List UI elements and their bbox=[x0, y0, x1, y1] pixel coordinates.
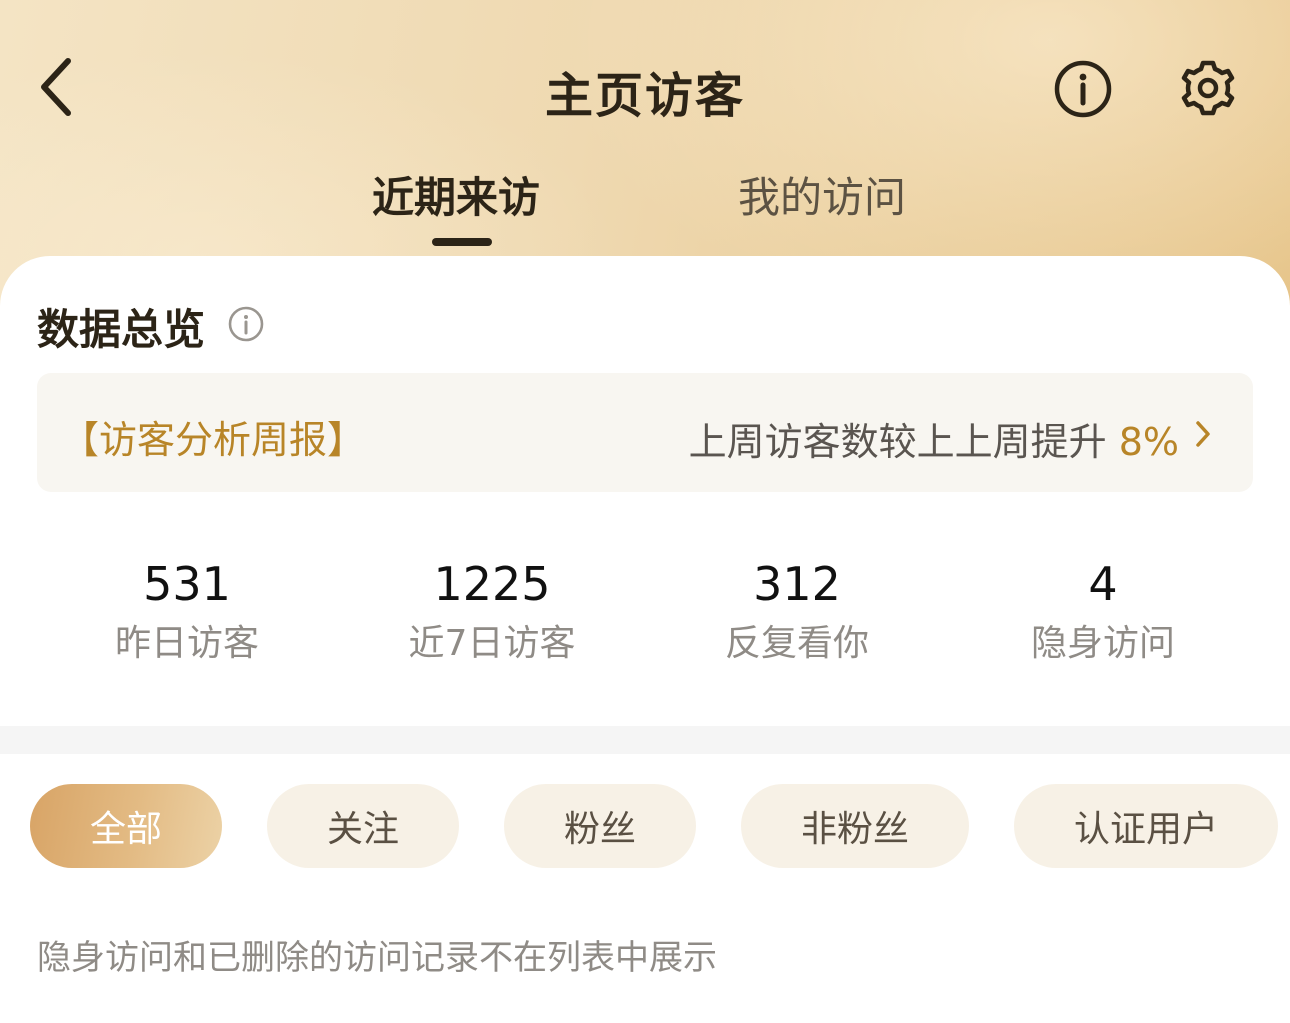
visitors-page: 主页访客 近期来访 我的访问 数据总览 【访客分析周报】 上周访客数较上上周提升… bbox=[0, 0, 1290, 1023]
weekly-report-title: 【访客分析周报】 bbox=[61, 418, 366, 462]
gear-icon bbox=[1181, 60, 1235, 116]
stat-7day-visitors[interactable]: 1225 近7日访客 bbox=[342, 556, 642, 668]
tab-recent-visits[interactable]: 近期来访 bbox=[372, 164, 540, 225]
stat-value: 1225 bbox=[433, 557, 551, 611]
info-button[interactable] bbox=[1052, 58, 1114, 120]
stat-label: 昨日访客 bbox=[114, 623, 259, 664]
filter-chip-fans[interactable]: 粉丝 bbox=[504, 784, 696, 868]
stat-hidden-visits[interactable]: 4 隐身访问 bbox=[953, 556, 1253, 668]
filter-chip-verified[interactable]: 认证用户 bbox=[1014, 784, 1278, 868]
weekly-report-summary: 上周访客数较上上周提升 8% bbox=[689, 411, 1179, 466]
stat-label: 反复看你 bbox=[724, 623, 869, 664]
tab-active-indicator bbox=[432, 238, 492, 246]
stat-label: 近7日访客 bbox=[408, 623, 576, 664]
chevron-right-icon bbox=[1191, 417, 1215, 451]
section-divider bbox=[0, 726, 1290, 754]
weekly-report-banner[interactable]: 【访客分析周报】 上周访客数较上上周提升 8% bbox=[37, 373, 1253, 492]
stat-value: 531 bbox=[143, 557, 231, 611]
overview-title: 数据总览 bbox=[37, 305, 206, 354]
stat-value: 312 bbox=[753, 557, 841, 611]
filter-chip-following[interactable]: 关注 bbox=[267, 784, 459, 868]
filter-chip-all[interactable]: 全部 bbox=[30, 784, 222, 868]
info-circle-icon bbox=[228, 306, 264, 342]
stat-label: 隐身访问 bbox=[1030, 623, 1175, 664]
hidden-visits-footnote: 隐身访问和已删除的访问记录不在列表中展示 bbox=[37, 938, 717, 978]
info-circle-icon bbox=[1054, 60, 1112, 118]
weekly-report-summary-text: 上周访客数较上上周提升 bbox=[688, 420, 1107, 464]
tab-my-visits[interactable]: 我的访问 bbox=[738, 164, 906, 225]
stat-repeat-viewers[interactable]: 312 反复看你 bbox=[647, 556, 947, 668]
weekly-report-percent: 8% bbox=[1118, 420, 1179, 464]
stat-yesterday-visitors[interactable]: 531 昨日访客 bbox=[37, 556, 337, 668]
filter-chip-non-fans[interactable]: 非粉丝 bbox=[741, 784, 969, 868]
overview-info-button[interactable] bbox=[228, 306, 264, 342]
settings-button[interactable] bbox=[1176, 56, 1240, 120]
stat-value: 4 bbox=[1088, 557, 1118, 611]
